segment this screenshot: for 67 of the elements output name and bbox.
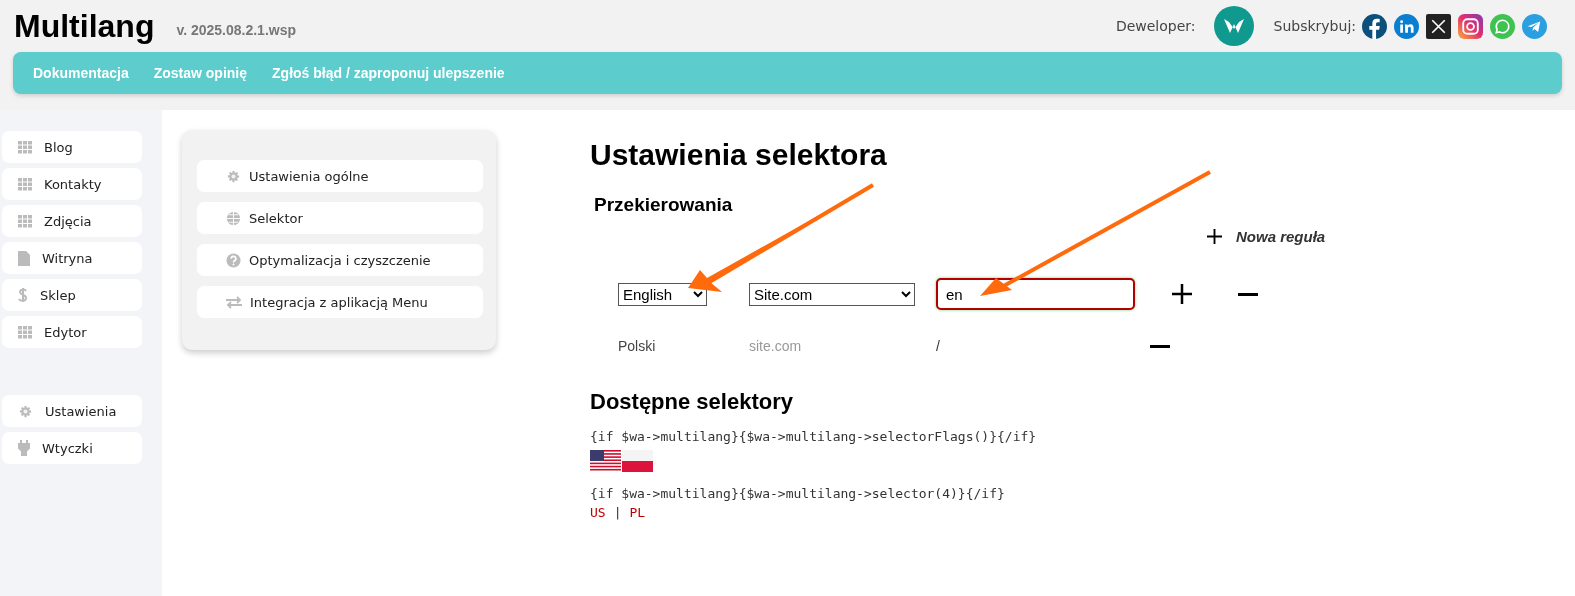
path-cell: / xyxy=(936,338,940,354)
swap-arrows-icon xyxy=(226,295,242,309)
sidebar-item[interactable]: Witryna xyxy=(2,242,142,274)
section-title: Przekierowania xyxy=(594,194,734,216)
code-snippet: {if $wa->multilang}{$wa->multilang->selector(4)}{/if} xyxy=(590,486,1006,501)
settings-menu-label: Ustawienia ogólne xyxy=(249,168,369,184)
sidebar-item[interactable]: Kontakty xyxy=(2,168,142,200)
facebook-icon[interactable] xyxy=(1362,13,1387,39)
new-rule-link[interactable]: Nowa reguła xyxy=(1236,228,1326,245)
remove-rule-button[interactable] xyxy=(1238,292,1258,296)
sidebar-item-label: Witryna xyxy=(42,250,93,266)
grid-icon xyxy=(18,325,32,339)
sidebar-item-label: Blog xyxy=(44,139,73,155)
plus-icon[interactable] xyxy=(1207,229,1222,244)
sidebar-item-label: Wtyczki xyxy=(42,440,93,456)
site-select[interactable]: Site.com xyxy=(749,282,915,306)
add-rule-button[interactable] xyxy=(1172,284,1192,304)
settings-menu-item[interactable]: Optymalizacja i czyszczenie xyxy=(197,244,483,276)
instagram-icon[interactable] xyxy=(1458,13,1483,39)
developer-logo[interactable] xyxy=(1213,6,1254,46)
sidebar-item-label: Kontakty xyxy=(44,176,102,192)
developer-label: Deweloper: xyxy=(1115,18,1196,34)
grid-icon xyxy=(18,140,32,154)
language-link[interactable]: US xyxy=(590,505,606,520)
gear-icon xyxy=(226,168,241,184)
settings-menu-label: Integracja z aplikacją Menu xyxy=(250,294,428,310)
language-link[interactable]: PL xyxy=(629,505,646,520)
sidebar-item-label: Ustawienia xyxy=(45,403,117,419)
telegram-icon[interactable] xyxy=(1522,13,1547,39)
path-input[interactable]: en xyxy=(936,278,1135,310)
x-icon[interactable] xyxy=(1426,13,1451,39)
dollar-icon xyxy=(18,287,28,303)
striped-flag-icon xyxy=(590,450,621,472)
settings-menu-label: Selektor xyxy=(249,210,303,226)
separator: | xyxy=(613,505,622,520)
subscribe-label: Subskrybuj: xyxy=(1273,18,1356,34)
page-title: Ustawienia selektora xyxy=(590,138,888,172)
sidebar-item-label: Sklep xyxy=(40,287,76,303)
sidebar-item[interactable]: Blog xyxy=(2,131,142,163)
help-icon xyxy=(226,252,241,268)
sidebar-item[interactable]: Edytor xyxy=(2,316,142,348)
code-snippet: {if $wa->multilang}{$wa->multilang->selectorFlags()}{/if} xyxy=(590,429,1038,444)
settings-menu-item[interactable]: Selektor xyxy=(197,202,483,234)
app-title: Multilang xyxy=(14,7,155,45)
globe-icon xyxy=(226,210,241,226)
sidebar-item-label: Zdjęcia xyxy=(44,213,92,229)
plug-icon xyxy=(18,440,30,456)
sidebar-item-label: Edytor xyxy=(44,324,87,340)
two-band-flag-icon xyxy=(622,450,653,472)
gear-icon xyxy=(18,403,33,419)
grid-icon xyxy=(18,214,32,228)
grid-icon xyxy=(18,177,32,191)
sidebar-item[interactable]: Sklep xyxy=(2,279,142,311)
section-title: Dostępne selektory xyxy=(590,389,794,415)
sidebar-item[interactable]: Ustawienia xyxy=(2,395,142,427)
settings-menu-item[interactable]: Integracja z aplikacją Menu xyxy=(197,286,483,318)
version-label: v. 2025.08.2.1.wsp xyxy=(176,22,297,38)
settings-menu-item[interactable]: Ustawienia ogólne xyxy=(197,160,483,192)
sidebar-item[interactable]: Wtyczki xyxy=(2,432,142,464)
language-select[interactable]: English xyxy=(618,282,707,306)
sidebar-item[interactable]: Zdjęcia xyxy=(2,205,142,237)
site-cell-text: site.com xyxy=(749,338,803,354)
settings-menu-label: Optymalizacja i czyszczenie xyxy=(249,252,431,268)
linkedin-icon[interactable] xyxy=(1394,13,1419,39)
document-icon xyxy=(18,250,30,266)
language-cell-text: Polski xyxy=(618,338,657,354)
remove-rule-button[interactable] xyxy=(1150,344,1170,348)
